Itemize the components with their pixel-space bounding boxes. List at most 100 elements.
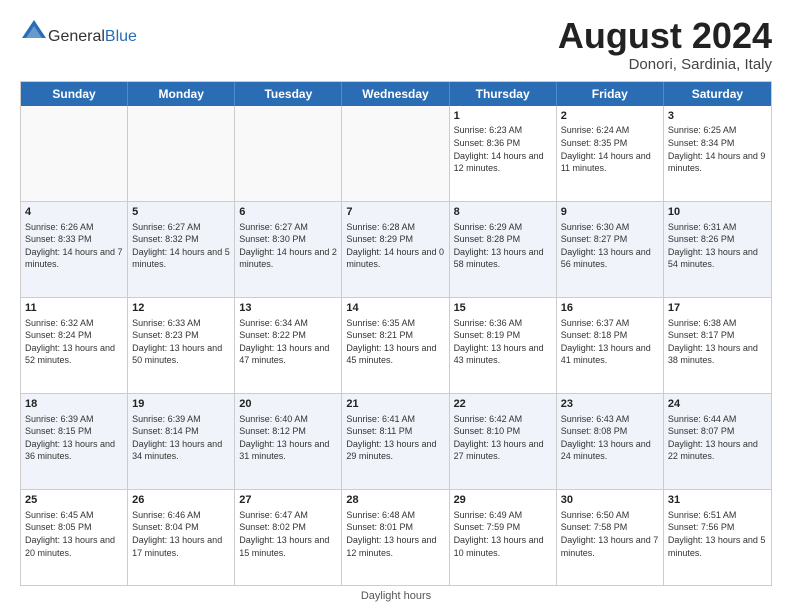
header-day-tuesday: Tuesday xyxy=(235,82,342,106)
month-year: August 2024 xyxy=(558,16,772,56)
day-cell-17: 17Sunrise: 6:38 AM Sunset: 8:17 PM Dayli… xyxy=(664,298,771,393)
empty-cell-0-3 xyxy=(342,106,449,201)
day-info: Sunrise: 6:39 AM Sunset: 8:14 PM Dayligh… xyxy=(132,413,230,463)
day-info: Sunrise: 6:32 AM Sunset: 8:24 PM Dayligh… xyxy=(25,317,123,367)
header-day-wednesday: Wednesday xyxy=(342,82,449,106)
day-cell-7: 7Sunrise: 6:28 AM Sunset: 8:29 PM Daylig… xyxy=(342,202,449,297)
day-cell-3: 3Sunrise: 6:25 AM Sunset: 8:34 PM Daylig… xyxy=(664,106,771,201)
day-info: Sunrise: 6:44 AM Sunset: 8:07 PM Dayligh… xyxy=(668,413,767,463)
day-cell-5: 5Sunrise: 6:27 AM Sunset: 8:32 PM Daylig… xyxy=(128,202,235,297)
logo-general-text: General xyxy=(48,28,105,45)
header-day-sunday: Sunday xyxy=(21,82,128,106)
day-info: Sunrise: 6:30 AM Sunset: 8:27 PM Dayligh… xyxy=(561,221,659,271)
day-number: 23 xyxy=(561,397,659,412)
day-number: 31 xyxy=(668,493,767,508)
day-number: 4 xyxy=(25,205,123,220)
day-cell-11: 11Sunrise: 6:32 AM Sunset: 8:24 PM Dayli… xyxy=(21,298,128,393)
day-number: 12 xyxy=(132,301,230,316)
calendar-body: 1Sunrise: 6:23 AM Sunset: 8:36 PM Daylig… xyxy=(21,106,771,585)
day-cell-9: 9Sunrise: 6:30 AM Sunset: 8:27 PM Daylig… xyxy=(557,202,664,297)
day-number: 19 xyxy=(132,397,230,412)
day-info: Sunrise: 6:31 AM Sunset: 8:26 PM Dayligh… xyxy=(668,221,767,271)
logo-icon xyxy=(20,16,48,44)
day-info: Sunrise: 6:35 AM Sunset: 8:21 PM Dayligh… xyxy=(346,317,444,367)
location: Donori, Sardinia, Italy xyxy=(558,56,772,73)
day-cell-25: 25Sunrise: 6:45 AM Sunset: 8:05 PM Dayli… xyxy=(21,490,128,585)
day-cell-24: 24Sunrise: 6:44 AM Sunset: 8:07 PM Dayli… xyxy=(664,394,771,489)
day-number: 14 xyxy=(346,301,444,316)
logo: GeneralBlue xyxy=(20,16,137,46)
day-number: 3 xyxy=(668,109,767,124)
day-number: 20 xyxy=(239,397,337,412)
day-info: Sunrise: 6:41 AM Sunset: 8:11 PM Dayligh… xyxy=(346,413,444,463)
day-cell-8: 8Sunrise: 6:29 AM Sunset: 8:28 PM Daylig… xyxy=(450,202,557,297)
day-info: Sunrise: 6:25 AM Sunset: 8:34 PM Dayligh… xyxy=(668,124,767,174)
calendar: SundayMondayTuesdayWednesdayThursdayFrid… xyxy=(20,81,772,586)
day-info: Sunrise: 6:47 AM Sunset: 8:02 PM Dayligh… xyxy=(239,509,337,559)
day-number: 25 xyxy=(25,493,123,508)
day-cell-4: 4Sunrise: 6:26 AM Sunset: 8:33 PM Daylig… xyxy=(21,202,128,297)
day-cell-23: 23Sunrise: 6:43 AM Sunset: 8:08 PM Dayli… xyxy=(557,394,664,489)
day-number: 5 xyxy=(132,205,230,220)
day-number: 26 xyxy=(132,493,230,508)
empty-cell-0-1 xyxy=(128,106,235,201)
header-day-saturday: Saturday xyxy=(664,82,771,106)
day-number: 11 xyxy=(25,301,123,316)
day-info: Sunrise: 6:23 AM Sunset: 8:36 PM Dayligh… xyxy=(454,124,552,174)
day-cell-20: 20Sunrise: 6:40 AM Sunset: 8:12 PM Dayli… xyxy=(235,394,342,489)
day-cell-16: 16Sunrise: 6:37 AM Sunset: 8:18 PM Dayli… xyxy=(557,298,664,393)
footer-note: Daylight hours xyxy=(20,590,772,602)
day-number: 27 xyxy=(239,493,337,508)
day-number: 13 xyxy=(239,301,337,316)
header: GeneralBlue August 2024 Donori, Sardinia… xyxy=(20,16,772,73)
day-cell-14: 14Sunrise: 6:35 AM Sunset: 8:21 PM Dayli… xyxy=(342,298,449,393)
day-cell-6: 6Sunrise: 6:27 AM Sunset: 8:30 PM Daylig… xyxy=(235,202,342,297)
title-block: August 2024 Donori, Sardinia, Italy xyxy=(558,16,772,73)
day-cell-13: 13Sunrise: 6:34 AM Sunset: 8:22 PM Dayli… xyxy=(235,298,342,393)
day-info: Sunrise: 6:34 AM Sunset: 8:22 PM Dayligh… xyxy=(239,317,337,367)
day-number: 16 xyxy=(561,301,659,316)
day-number: 21 xyxy=(346,397,444,412)
day-info: Sunrise: 6:48 AM Sunset: 8:01 PM Dayligh… xyxy=(346,509,444,559)
day-number: 22 xyxy=(454,397,552,412)
day-cell-1: 1Sunrise: 6:23 AM Sunset: 8:36 PM Daylig… xyxy=(450,106,557,201)
day-number: 7 xyxy=(346,205,444,220)
day-number: 15 xyxy=(454,301,552,316)
day-cell-31: 31Sunrise: 6:51 AM Sunset: 7:56 PM Dayli… xyxy=(664,490,771,585)
day-number: 9 xyxy=(561,205,659,220)
day-cell-19: 19Sunrise: 6:39 AM Sunset: 8:14 PM Dayli… xyxy=(128,394,235,489)
day-cell-2: 2Sunrise: 6:24 AM Sunset: 8:35 PM Daylig… xyxy=(557,106,664,201)
page: GeneralBlue August 2024 Donori, Sardinia… xyxy=(0,0,792,612)
day-cell-28: 28Sunrise: 6:48 AM Sunset: 8:01 PM Dayli… xyxy=(342,490,449,585)
header-day-thursday: Thursday xyxy=(450,82,557,106)
day-info: Sunrise: 6:27 AM Sunset: 8:30 PM Dayligh… xyxy=(239,221,337,271)
day-info: Sunrise: 6:45 AM Sunset: 8:05 PM Dayligh… xyxy=(25,509,123,559)
calendar-row-4: 25Sunrise: 6:45 AM Sunset: 8:05 PM Dayli… xyxy=(21,489,771,585)
day-cell-30: 30Sunrise: 6:50 AM Sunset: 7:58 PM Dayli… xyxy=(557,490,664,585)
day-info: Sunrise: 6:46 AM Sunset: 8:04 PM Dayligh… xyxy=(132,509,230,559)
day-info: Sunrise: 6:24 AM Sunset: 8:35 PM Dayligh… xyxy=(561,124,659,174)
day-number: 1 xyxy=(454,109,552,124)
day-info: Sunrise: 6:40 AM Sunset: 8:12 PM Dayligh… xyxy=(239,413,337,463)
empty-cell-0-0 xyxy=(21,106,128,201)
day-number: 17 xyxy=(668,301,767,316)
day-info: Sunrise: 6:36 AM Sunset: 8:19 PM Dayligh… xyxy=(454,317,552,367)
calendar-row-0: 1Sunrise: 6:23 AM Sunset: 8:36 PM Daylig… xyxy=(21,106,771,201)
header-day-monday: Monday xyxy=(128,82,235,106)
day-cell-10: 10Sunrise: 6:31 AM Sunset: 8:26 PM Dayli… xyxy=(664,202,771,297)
calendar-row-1: 4Sunrise: 6:26 AM Sunset: 8:33 PM Daylig… xyxy=(21,201,771,297)
day-number: 24 xyxy=(668,397,767,412)
day-number: 8 xyxy=(454,205,552,220)
header-day-friday: Friday xyxy=(557,82,664,106)
day-info: Sunrise: 6:42 AM Sunset: 8:10 PM Dayligh… xyxy=(454,413,552,463)
calendar-row-2: 11Sunrise: 6:32 AM Sunset: 8:24 PM Dayli… xyxy=(21,297,771,393)
day-number: 30 xyxy=(561,493,659,508)
day-cell-18: 18Sunrise: 6:39 AM Sunset: 8:15 PM Dayli… xyxy=(21,394,128,489)
day-cell-21: 21Sunrise: 6:41 AM Sunset: 8:11 PM Dayli… xyxy=(342,394,449,489)
day-number: 6 xyxy=(239,205,337,220)
day-cell-22: 22Sunrise: 6:42 AM Sunset: 8:10 PM Dayli… xyxy=(450,394,557,489)
day-cell-27: 27Sunrise: 6:47 AM Sunset: 8:02 PM Dayli… xyxy=(235,490,342,585)
day-info: Sunrise: 6:51 AM Sunset: 7:56 PM Dayligh… xyxy=(668,509,767,559)
day-number: 2 xyxy=(561,109,659,124)
day-info: Sunrise: 6:37 AM Sunset: 8:18 PM Dayligh… xyxy=(561,317,659,367)
